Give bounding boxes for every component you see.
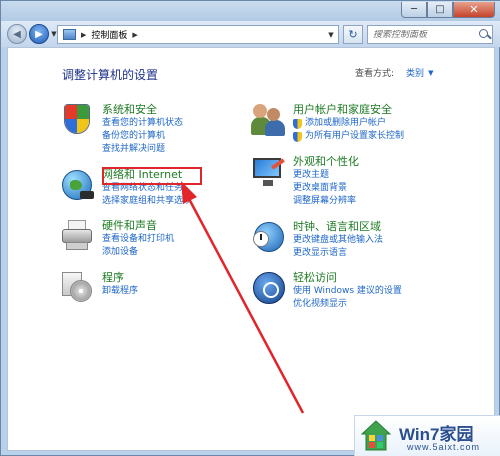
link-find-fix-problems[interactable]: 查找并解决问题: [102, 143, 183, 156]
category-title-programs[interactable]: 程序: [102, 270, 138, 285]
link-parental-controls[interactable]: 为所有用户设置家长控制: [293, 130, 404, 143]
close-button[interactable]: ✕: [453, 2, 495, 18]
monitor-paint-icon[interactable]: [251, 154, 287, 190]
forward-button[interactable]: ▶: [29, 24, 49, 44]
link-devices-printers[interactable]: 查看设备和打印机: [102, 233, 174, 246]
category-appearance: 外观和个性化 更改主题 更改桌面背景 调整屏幕分辨率: [251, 154, 359, 208]
link-windows-suggested-settings[interactable]: 使用 Windows 建议的设置: [293, 285, 402, 298]
back-button[interactable]: ◀: [7, 24, 27, 44]
link-backup-computer[interactable]: 备份您的计算机: [102, 130, 183, 143]
link-add-remove-accounts-label: 添加或删除用户帐户: [305, 118, 387, 128]
category-user-accounts: 用户帐户和家庭安全 添加或删除用户帐户 为所有用户设置家长控制: [251, 102, 404, 143]
uac-shield-icon: [293, 118, 302, 129]
category-title-hardware-sound[interactable]: 硬件和声音: [102, 218, 174, 233]
navigation-bar: ◀ ▶ ▼ ▶ 控制面板 ▶ ▼ ↻: [1, 21, 500, 47]
link-change-desktop-background[interactable]: 更改桌面背景: [293, 182, 359, 195]
highlight-box: [102, 167, 202, 185]
category-title-appearance[interactable]: 外观和个性化: [293, 154, 359, 169]
programs-disc-icon[interactable]: [60, 270, 96, 306]
uac-shield-icon: [293, 131, 302, 142]
link-adjust-resolution[interactable]: 调整屏幕分辨率: [293, 195, 359, 208]
forward-arrow-icon: ▶: [35, 28, 43, 40]
printer-icon[interactable]: [60, 218, 96, 254]
category-title-clock-language[interactable]: 时钟、语言和区域: [293, 219, 383, 234]
title-bar: ─ □ ✕: [1, 1, 500, 23]
users-icon[interactable]: [251, 102, 287, 138]
category-title-ease-of-access[interactable]: 轻松访问: [293, 270, 402, 285]
breadcrumb-separator-icon[interactable]: ▶: [132, 31, 137, 39]
maximize-button[interactable]: □: [427, 2, 453, 18]
clock-globe-icon[interactable]: [251, 219, 287, 255]
address-bar[interactable]: ▶ 控制面板 ▶ ▼: [57, 25, 339, 44]
content-area: 调整计算机的设置 查看方式: 类别 ▼ 系统和安全 查看您的计算机状态 备份您的…: [7, 47, 495, 451]
link-view-computer-status[interactable]: 查看您的计算机状态: [102, 117, 183, 130]
link-add-device[interactable]: 添加设备: [102, 246, 174, 259]
network-globe-icon[interactable]: [60, 167, 96, 203]
category-title-system-security[interactable]: 系统和安全: [102, 102, 183, 117]
category-programs: 程序 卸载程序: [60, 270, 138, 306]
back-arrow-icon: ◀: [13, 28, 21, 40]
maximize-icon: □: [435, 3, 445, 15]
minimize-button[interactable]: ─: [401, 2, 427, 18]
window-frame: ─ □ ✕ ◀ ▶ ▼ ▶ 控制面板 ▶ ▼ ↻ 调整计算机的设置 查看方式: …: [0, 0, 500, 456]
close-icon: ✕: [469, 2, 479, 16]
link-add-remove-accounts[interactable]: 添加或删除用户帐户: [293, 117, 404, 130]
ease-of-access-icon[interactable]: [251, 270, 287, 306]
chevron-down-icon[interactable]: ▼: [428, 69, 433, 77]
chevron-down-icon: ▼: [51, 30, 57, 38]
category-clock-language: 时钟、语言和区域 更改键盘或其他输入法 更改显示语言: [251, 219, 383, 260]
watermark: Win7家园 www.5aixt.com: [354, 415, 500, 456]
search-box[interactable]: [367, 25, 493, 44]
refresh-icon: ↻: [348, 28, 358, 41]
link-optimize-display[interactable]: 优化视频显示: [293, 298, 402, 311]
caption-buttons: ─ □ ✕: [401, 2, 495, 18]
category-system-security: 系统和安全 查看您的计算机状态 备份您的计算机 查找并解决问题: [60, 102, 183, 156]
view-by: 查看方式: 类别 ▼: [355, 66, 433, 80]
search-icon[interactable]: [479, 28, 491, 41]
view-by-dropdown[interactable]: 类别: [406, 66, 424, 79]
view-by-label: 查看方式:: [355, 69, 395, 79]
category-title-user-accounts[interactable]: 用户帐户和家庭安全: [293, 102, 404, 117]
house-logo-icon: [360, 420, 392, 451]
breadcrumb-separator-icon[interactable]: ▶: [81, 31, 86, 39]
link-change-theme[interactable]: 更改主题: [293, 169, 359, 182]
control-panel-icon: [63, 29, 76, 40]
link-homegroup-sharing[interactable]: 选择家庭组和共享选项: [102, 195, 192, 208]
breadcrumb-control-panel[interactable]: 控制面板: [91, 28, 127, 41]
category-ease-of-access: 轻松访问 使用 Windows 建议的设置 优化视频显示: [251, 270, 402, 311]
minimize-icon: ─: [410, 3, 418, 15]
link-change-display-language[interactable]: 更改显示语言: [293, 247, 383, 260]
security-shield-icon[interactable]: [60, 102, 96, 138]
address-dropdown-icon[interactable]: ▼: [324, 26, 338, 43]
page-title: 调整计算机的设置: [62, 68, 159, 82]
link-change-input-method[interactable]: 更改键盘或其他输入法: [293, 234, 383, 247]
link-parental-controls-label: 为所有用户设置家长控制: [305, 131, 405, 141]
category-hardware-sound: 硬件和声音 查看设备和打印机 添加设备: [60, 218, 174, 259]
watermark-url: www.5aixt.com: [407, 442, 481, 452]
refresh-button[interactable]: ↻: [343, 25, 363, 44]
search-input[interactable]: [373, 29, 477, 40]
link-uninstall-program[interactable]: 卸载程序: [102, 285, 138, 298]
